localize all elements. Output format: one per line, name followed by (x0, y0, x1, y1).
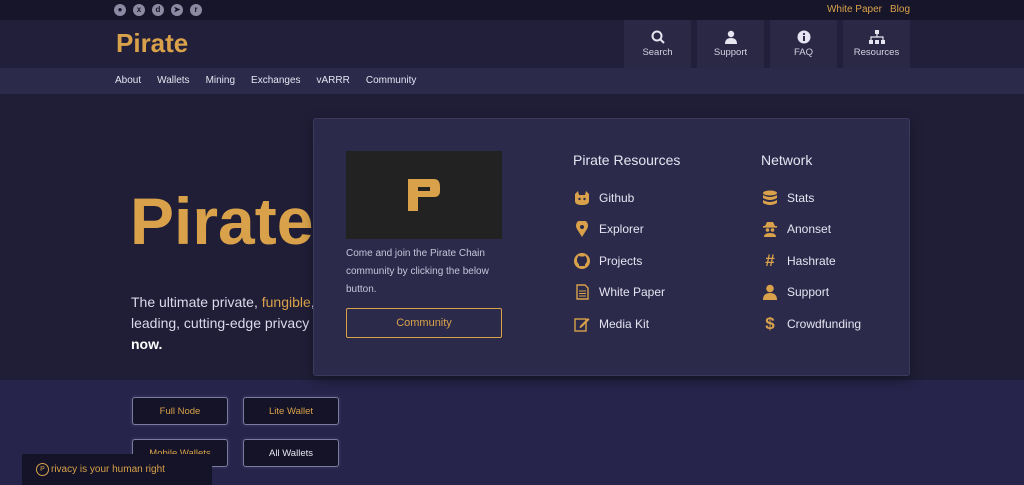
community-button[interactable]: Community (346, 308, 502, 338)
resource-projects[interactable]: Projects (573, 245, 680, 277)
resource-label: White Paper (599, 285, 666, 300)
banner-text: rivacy is your human right (51, 464, 165, 475)
header: Pirate Search Support FAQ Resources (0, 20, 1024, 68)
resource-label: Github (599, 190, 635, 205)
brand-logo[interactable]: Pirate (116, 28, 204, 60)
pirate-coin-icon: P (36, 463, 49, 476)
network-label: Crowdfunding (787, 316, 862, 331)
github-icon[interactable]: ● (114, 4, 126, 16)
resource-mediakit[interactable]: Media Kit (573, 308, 680, 340)
telegram-icon[interactable]: ➤ (171, 4, 183, 16)
x-icon[interactable]: x (133, 4, 145, 16)
search-button[interactable]: Search (624, 20, 691, 68)
community-promo-text: Come and join the Pirate Chain community… (346, 248, 489, 295)
pirate-logo-icon (408, 179, 440, 211)
resources-button[interactable]: Resources (843, 20, 910, 68)
reddit-icon[interactable]: r (190, 4, 202, 16)
cat-icon (573, 189, 591, 207)
resources-title: Pirate Resources (573, 152, 681, 168)
brand-logo-text: Pirate (116, 31, 188, 55)
full-node-button[interactable]: Full Node (132, 397, 228, 425)
github-icon (573, 252, 591, 270)
resources-button-label: Resources (853, 47, 900, 58)
tagline-end: now. (131, 336, 163, 352)
community-promo-image (346, 151, 502, 239)
user-icon (724, 30, 737, 44)
support-button-label: Support (713, 47, 748, 58)
document-icon (573, 283, 591, 301)
privacy-banner[interactable]: P rivacy is your human right (22, 454, 212, 485)
network-column: Network Stats Anonset # Hashrate Support… (761, 152, 861, 340)
whitepaper-link[interactable]: White Paper (827, 4, 882, 15)
hero-tagline: The ultimate private, fungible, c leadin… (131, 292, 331, 355)
sitemap-icon (868, 30, 885, 44)
resource-label: Media Kit (599, 316, 650, 331)
network-label: Anonset (787, 222, 832, 237)
nav-community[interactable]: Community (366, 75, 417, 86)
hash-icon: # (765, 250, 775, 270)
network-anonset[interactable]: Anonset (761, 214, 861, 246)
network-hashrate[interactable]: # Hashrate (761, 245, 861, 277)
network-support[interactable]: Support (761, 277, 861, 309)
support-button[interactable]: Support (697, 20, 764, 68)
spy-icon (761, 220, 779, 238)
resource-label: Projects (599, 253, 643, 268)
nav-about[interactable]: About (115, 75, 141, 86)
nav-varrr[interactable]: vARRR (317, 75, 350, 86)
header-buttons: Search Support FAQ Resources (624, 20, 910, 68)
top-links: White Paper Blog (827, 4, 910, 15)
nav-wallets[interactable]: Wallets (157, 75, 189, 86)
dollar-icon: $ (765, 313, 775, 333)
search-button-label: Search (642, 47, 673, 58)
nav-mining[interactable]: Mining (206, 75, 235, 86)
database-icon (761, 189, 779, 207)
user-icon (761, 283, 779, 301)
search-icon (651, 30, 665, 44)
tagline-start: The ultimate private, (131, 294, 262, 310)
hero-title: Pirate (130, 184, 320, 258)
lite-wallet-button[interactable]: Lite Wallet (243, 397, 339, 425)
nav-exchanges[interactable]: Exchanges (251, 75, 300, 86)
info-icon (797, 30, 810, 44)
main-nav: About Wallets Mining Exchanges vARRR Com… (0, 68, 1024, 94)
resources-dropdown: Come and join the Pirate Chain community… (313, 118, 910, 376)
hero-title-text: Pirate (130, 190, 313, 252)
faq-button-label: FAQ (793, 47, 813, 58)
resource-explorer[interactable]: Explorer (573, 214, 680, 246)
resources-column: Pirate Resources Github Explorer Project… (573, 152, 680, 340)
network-crowdfunding[interactable]: $ Crowdfunding (761, 308, 861, 340)
network-label: Stats (787, 190, 815, 205)
resource-github[interactable]: Github (573, 182, 680, 214)
discord-icon[interactable]: d (152, 4, 164, 16)
network-label: Hashrate (787, 253, 836, 268)
resource-whitepaper[interactable]: White Paper (573, 277, 680, 309)
resource-label: Explorer (599, 222, 644, 237)
network-label: Support (787, 285, 830, 300)
tagline-highlight[interactable]: fungible (262, 294, 311, 310)
network-stats[interactable]: Stats (761, 182, 861, 214)
faq-button[interactable]: FAQ (770, 20, 837, 68)
edit-icon (573, 315, 591, 333)
all-wallets-button[interactable]: All Wallets (243, 439, 339, 467)
map-pin-icon (573, 220, 591, 238)
blog-link[interactable]: Blog (890, 4, 910, 15)
top-strip: ● x d ➤ r White Paper Blog (0, 0, 1024, 20)
network-title: Network (761, 152, 813, 168)
social-links: ● x d ➤ r (114, 4, 202, 16)
